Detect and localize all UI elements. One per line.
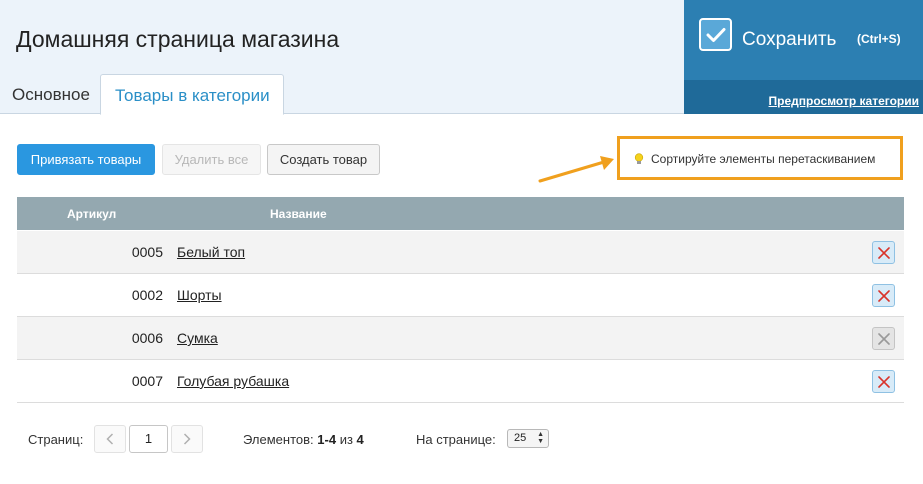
lightbulb-icon xyxy=(634,153,644,164)
sort-hint: Сортируйте элементы перетаскиванием xyxy=(617,136,903,180)
product-name-link[interactable]: Шорты xyxy=(177,287,222,303)
table-row[interactable]: 0005 Белый топ xyxy=(17,231,904,274)
sort-hint-text: Сортируйте элементы перетаскиванием xyxy=(651,152,876,166)
delete-row-button[interactable] xyxy=(872,284,895,307)
product-sku: 0002 xyxy=(131,287,163,303)
page-title: Домашняя страница магазина xyxy=(16,26,340,52)
save-check-icon[interactable] xyxy=(699,18,732,51)
table-row[interactable]: 0002 Шорты xyxy=(17,274,904,317)
items-range: 1-4 xyxy=(317,432,337,447)
product-name-link[interactable]: Сумка xyxy=(177,330,218,346)
per-page-select[interactable]: 25 ▲ ▼ xyxy=(507,429,549,448)
prev-page-button[interactable] xyxy=(94,425,126,453)
delete-row-button[interactable] xyxy=(872,370,895,393)
product-sku: 0006 xyxy=(131,330,163,346)
product-name-link[interactable]: Белый топ xyxy=(177,244,245,260)
close-icon xyxy=(877,246,890,259)
select-arrows-icon: ▲ ▼ xyxy=(537,431,544,445)
per-page-value: 25 xyxy=(514,432,527,444)
product-sku: 0005 xyxy=(131,244,163,260)
page-number-input[interactable]: 1 xyxy=(129,425,168,453)
preview-category-link[interactable]: Предпросмотр категории xyxy=(769,94,919,108)
items-label: Элементов: xyxy=(243,432,314,447)
save-panel: Сохранить (Ctrl+S) Предпросмотр категори… xyxy=(684,0,923,114)
chevron-right-icon xyxy=(183,433,191,445)
save-button[interactable]: Сохранить xyxy=(742,29,836,51)
save-hotkey: (Ctrl+S) xyxy=(857,32,901,46)
pages-label: Страниц: xyxy=(28,432,84,447)
product-sku: 0007 xyxy=(131,373,163,389)
tab-main[interactable]: Основное xyxy=(12,74,90,115)
per-page-label: На странице: xyxy=(416,432,496,447)
create-product-button[interactable]: Создать товар xyxy=(267,144,380,175)
items-total: 4 xyxy=(356,432,364,447)
delete-row-button[interactable] xyxy=(872,241,895,264)
table-row[interactable]: 0006 Сумка xyxy=(17,317,904,360)
product-name-link[interactable]: Голубая рубашка xyxy=(177,373,289,389)
close-icon xyxy=(877,375,890,388)
next-page-button[interactable] xyxy=(171,425,203,453)
close-icon xyxy=(877,332,890,345)
items-count: Элементов: 1-4 из 4 xyxy=(243,432,364,447)
delete-row-button[interactable] xyxy=(872,327,895,350)
table-header: Артикул Название xyxy=(17,197,904,230)
close-icon xyxy=(877,289,890,302)
chevron-left-icon xyxy=(106,433,114,445)
column-header-name: Название xyxy=(270,207,327,221)
bind-products-button[interactable]: Привязать товары xyxy=(17,144,155,175)
tab-category-products[interactable]: Товары в категории xyxy=(100,74,284,115)
table-row[interactable]: 0007 Голубая рубашка xyxy=(17,360,904,403)
arrow-icon xyxy=(538,156,614,183)
items-of: из xyxy=(339,432,353,447)
column-header-sku: Артикул xyxy=(67,207,117,221)
delete-all-button[interactable]: Удалить все xyxy=(162,144,261,175)
